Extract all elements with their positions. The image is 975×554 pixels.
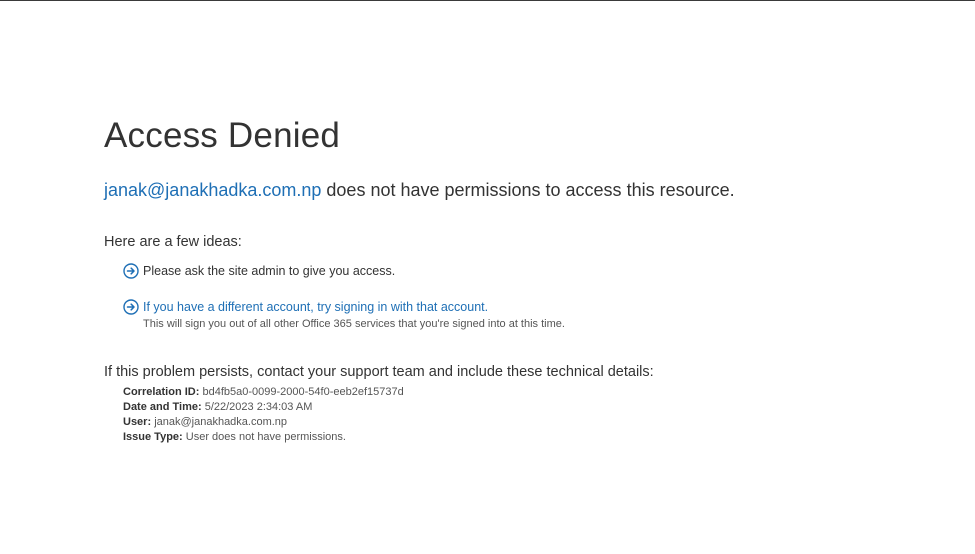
detail-label: User: xyxy=(123,416,152,428)
technical-details-heading: If this problem persists, contact your s… xyxy=(104,364,654,380)
arrow-right-circle-icon xyxy=(123,263,139,279)
detail-row-issue-type: Issue Type: User does not have permissio… xyxy=(123,430,944,445)
detail-row-date-time: Date and Time: 5/22/2023 2:34:03 AM xyxy=(123,400,944,415)
user-email-link[interactable]: janak@janakhadka.com.np xyxy=(104,180,321,200)
permission-text: does not have permissions to access this… xyxy=(321,180,735,200)
technical-details: Correlation ID: bd4fb5a0-0099-2000-54f0-… xyxy=(123,385,944,445)
top-border-line xyxy=(0,0,975,1)
sign-out-note: This will sign you out of all other Offi… xyxy=(143,318,565,330)
arrow-right-circle-icon[interactable] xyxy=(123,299,139,315)
detail-label: Issue Type: xyxy=(123,431,183,443)
detail-value: User does not have permissions. xyxy=(185,431,346,443)
ideas-heading: Here are a few ideas: xyxy=(104,234,242,250)
detail-label: Date and Time: xyxy=(123,401,202,413)
detail-value: bd4fb5a0-0099-2000-54f0-eeb2ef15737d xyxy=(202,386,404,398)
detail-row-user: User: janak@janakhadka.com.np xyxy=(123,415,944,430)
switch-account-link[interactable]: If you have a different account, try sig… xyxy=(143,300,488,314)
detail-row-correlation-id: Correlation ID: bd4fb5a0-0099-2000-54f0-… xyxy=(123,385,944,400)
idea-ask-admin: Please ask the site admin to give you ac… xyxy=(123,262,944,280)
idea-text: Please ask the site admin to give you ac… xyxy=(143,264,396,278)
permission-message: janak@janakhadka.com.np does not have pe… xyxy=(104,178,944,202)
detail-label: Correlation ID: xyxy=(123,386,200,398)
detail-value: janak@janakhadka.com.np xyxy=(154,416,288,428)
error-content: Access Denied janak@janakhadka.com.np do… xyxy=(104,114,944,445)
detail-value: 5/22/2023 2:34:03 AM xyxy=(204,401,313,413)
page-title: Access Denied xyxy=(104,116,341,155)
idea-different-account: If you have a different account, try sig… xyxy=(123,298,944,332)
